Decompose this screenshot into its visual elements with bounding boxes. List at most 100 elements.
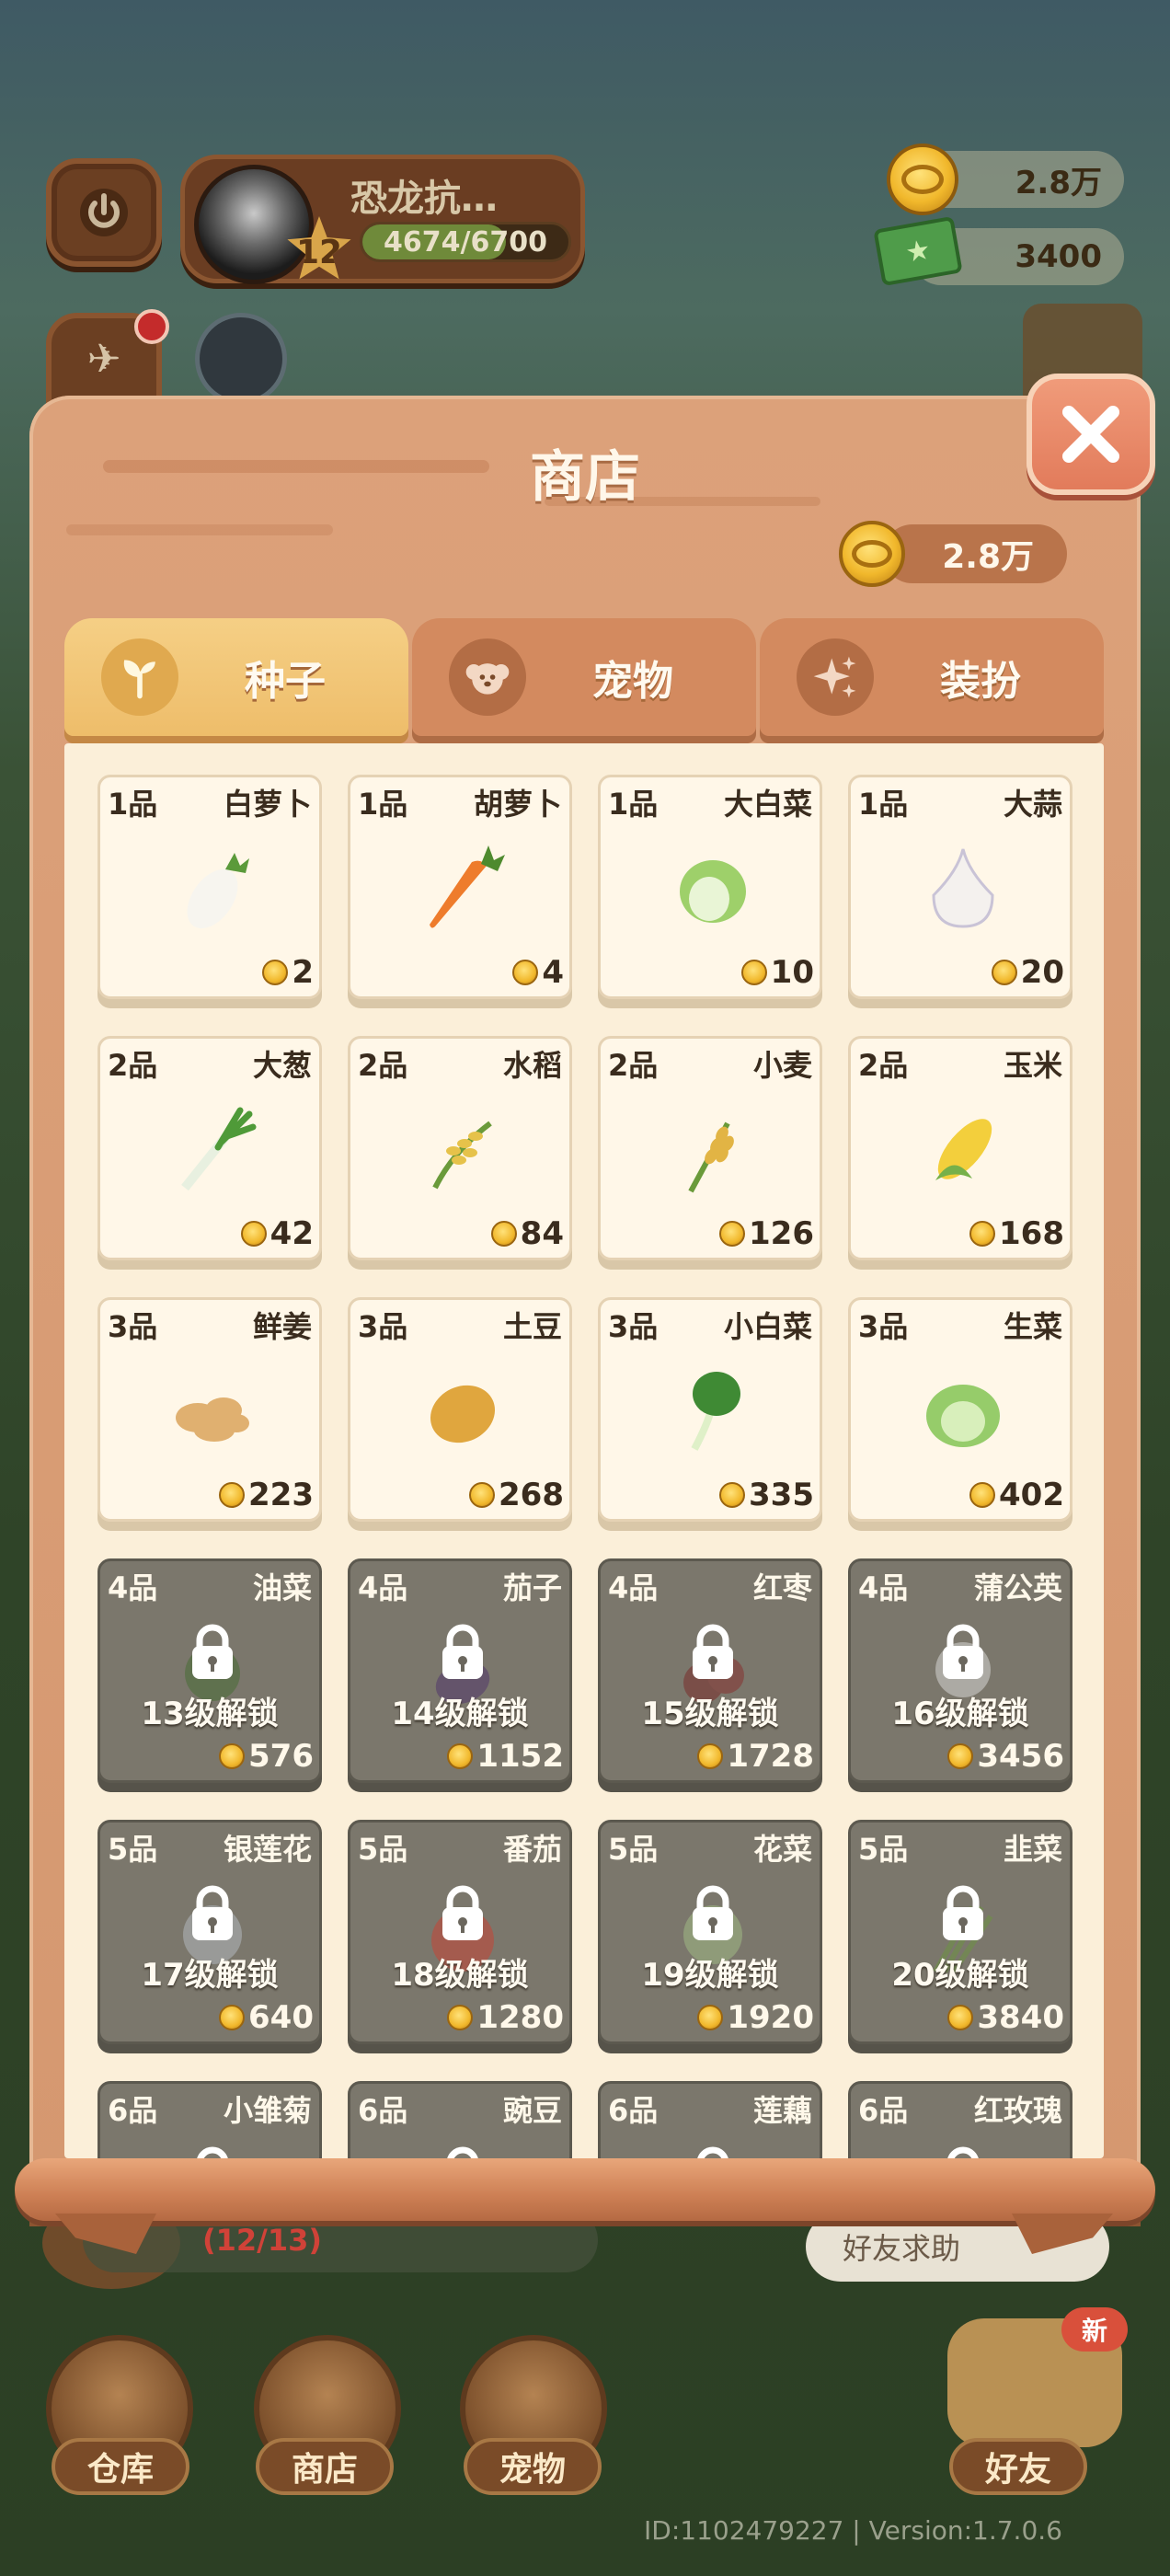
seed-grade: 4品 bbox=[608, 1570, 659, 1605]
version-text: ID:1102479227 | Version:1.7.0.6 bbox=[644, 2515, 1062, 2546]
nav-friends-label[interactable]: 好友 bbox=[949, 2438, 1087, 2495]
coin-icon bbox=[719, 1482, 746, 1508]
lock-icon bbox=[435, 2145, 490, 2158]
coin-icon bbox=[839, 521, 905, 587]
coin-icon bbox=[991, 960, 1017, 985]
lock-icon bbox=[435, 1883, 490, 1942]
shop-coin-balance: 2.8万 bbox=[883, 524, 1067, 583]
seed-card-scallion[interactable]: 2品 大葱 42 bbox=[98, 1036, 322, 1260]
seed-card-lettuce[interactable]: 3品 生菜 402 bbox=[848, 1297, 1072, 1522]
coin-icon bbox=[947, 2005, 974, 2030]
seed-card-bok-choy[interactable]: 3品 小白菜 335 bbox=[598, 1297, 822, 1522]
seed-card-corn[interactable]: 2品 玉米 168 bbox=[848, 1036, 1072, 1260]
seed-name: 小雏菊 bbox=[223, 2093, 312, 2128]
seed-card-dandelion[interactable]: 4品 蒲公英 16级解锁 3456 bbox=[848, 1558, 1072, 1783]
seed-price-value: 268 bbox=[499, 1477, 564, 1513]
seed-grade: 3品 bbox=[358, 1309, 408, 1344]
player-profile[interactable]: 12 恐龙抗… 4674/6700 bbox=[180, 155, 585, 284]
seed-price-value: 335 bbox=[749, 1477, 814, 1513]
seed-grade: 3品 bbox=[108, 1309, 158, 1344]
seed-grade: 5品 bbox=[108, 1832, 158, 1867]
seed-card-potato[interactable]: 3品 土豆 268 bbox=[348, 1297, 572, 1522]
seed-name: 胡萝卜 bbox=[473, 787, 562, 822]
seed-price: 1728 bbox=[697, 1738, 814, 1775]
shop-title: 商店 bbox=[530, 445, 640, 510]
nav-warehouse-label[interactable]: 仓库 bbox=[52, 2438, 189, 2495]
exp-bar: 4674/6700 bbox=[360, 222, 571, 262]
seed-name: 油菜 bbox=[252, 1570, 312, 1605]
seed-card-rice[interactable]: 2品 水稻 84 bbox=[348, 1036, 572, 1260]
seed-card-daisy[interactable]: 6品 小雏菊 bbox=[98, 2081, 322, 2158]
seed-name: 玉米 bbox=[1003, 1048, 1062, 1083]
coin-icon bbox=[697, 1743, 724, 1769]
seed-name: 茄子 bbox=[502, 1570, 562, 1605]
seed-grade: 6品 bbox=[358, 2093, 408, 2128]
seed-name: 水稻 bbox=[502, 1048, 562, 1083]
player-name: 恐龙抗… bbox=[350, 178, 498, 220]
seed-card-red-rose[interactable]: 6品 红玫瑰 bbox=[848, 2081, 1072, 2158]
seed-name: 蒲公英 bbox=[973, 1570, 1062, 1605]
seed-grade: 1品 bbox=[858, 787, 909, 822]
seed-card-chives[interactable]: 5品 韭菜 20级解锁 3840 bbox=[848, 1820, 1072, 2044]
tab-seeds-label: 种子 bbox=[245, 658, 326, 705]
seed-price: 168 bbox=[969, 1215, 1064, 1252]
seed-grade: 2品 bbox=[608, 1048, 659, 1083]
coin-icon bbox=[469, 1482, 496, 1508]
seed-name: 大白菜 bbox=[723, 787, 812, 822]
coin-icon bbox=[697, 2005, 724, 2030]
seed-card-eggplant[interactable]: 4品 茄子 14级解锁 1152 bbox=[348, 1558, 572, 1783]
seed-card-wheat[interactable]: 2品 小麦 126 bbox=[598, 1036, 822, 1260]
seed-card-garlic[interactable]: 1品 大蒜 20 bbox=[848, 775, 1072, 999]
nav-pets-label[interactable]: 宠物 bbox=[464, 2438, 602, 2495]
seed-card-tomato[interactable]: 5品 番茄 18级解锁 1280 bbox=[348, 1820, 572, 2044]
seed-card-napa-cabbage[interactable]: 1品 大白菜 10 bbox=[598, 775, 822, 999]
sparkle-icon bbox=[797, 638, 874, 716]
coin-icon bbox=[219, 2005, 246, 2030]
seed-card-carrot[interactable]: 1品 胡萝卜 4 bbox=[348, 775, 572, 999]
close-button[interactable] bbox=[1027, 374, 1155, 495]
seed-price: 268 bbox=[469, 1477, 564, 1513]
potato-icon bbox=[430, 1385, 496, 1443]
coin-icon bbox=[969, 1482, 996, 1508]
seed-price-value: 1920 bbox=[727, 1999, 814, 2036]
seed-card-rapeseed[interactable]: 4品 油菜 13级解锁 576 bbox=[98, 1558, 322, 1783]
scroll-roller bbox=[15, 2158, 1155, 2221]
notification-dot bbox=[134, 309, 169, 344]
qq-icon[interactable] bbox=[195, 313, 287, 405]
lettuce-icon bbox=[926, 1385, 1000, 1447]
seed-card-cauliflower[interactable]: 5品 花菜 19级解锁 1920 bbox=[598, 1820, 822, 2044]
seed-list[interactable]: 1品 白萝卜 2 1品 胡萝卜 4 1品 大白菜 10 1品 大蒜 20 2品 大葱 42 2品 水稻 84 2品小… bbox=[64, 743, 1104, 2158]
seed-card-jujube[interactable]: 4品 红枣 15级解锁 1728 bbox=[598, 1558, 822, 1783]
tab-outfits[interactable]: 装扮 bbox=[760, 618, 1104, 736]
tab-pets-label: 宠物 bbox=[592, 658, 673, 705]
seed-grade: 2品 bbox=[108, 1048, 158, 1083]
wheat-icon bbox=[688, 1121, 734, 1193]
seed-name: 白萝卜 bbox=[223, 787, 312, 822]
seed-grade: 4品 bbox=[858, 1570, 909, 1605]
seed-price: 4 bbox=[512, 954, 564, 991]
unlock-requirement: 19级解锁 bbox=[641, 1957, 779, 1994]
new-badge: 新 bbox=[1061, 2307, 1128, 2352]
tab-seeds[interactable]: 种子 bbox=[64, 618, 408, 736]
seed-grade: 6品 bbox=[108, 2093, 158, 2128]
seed-price: 126 bbox=[719, 1215, 814, 1252]
seed-card-white-radish[interactable]: 1品 白萝卜 2 bbox=[98, 775, 322, 999]
seed-grade: 3品 bbox=[608, 1309, 659, 1344]
coin-icon bbox=[740, 960, 767, 985]
seed-card-lotus-root[interactable]: 6品 莲藕 bbox=[598, 2081, 822, 2158]
lock-icon bbox=[185, 2145, 240, 2158]
dog-icon bbox=[449, 638, 526, 716]
nav-shop-label[interactable]: 商店 bbox=[256, 2438, 394, 2495]
seed-price: 3840 bbox=[947, 1999, 1064, 2036]
power-button[interactable] bbox=[46, 158, 162, 267]
seed-grid: 1品 白萝卜 2 1品 胡萝卜 4 1品 大白菜 10 1品 大蒜 20 2品 大葱 42 2品 水稻 84 2品小… bbox=[98, 775, 1074, 2158]
seed-price: 223 bbox=[219, 1477, 314, 1513]
seed-card-anemone[interactable]: 5品 银莲花 17级解锁 640 bbox=[98, 1820, 322, 2044]
close-icon bbox=[1062, 406, 1119, 463]
tab-pets[interactable]: 宠物 bbox=[412, 618, 756, 736]
seed-name: 韭菜 bbox=[1003, 1832, 1062, 1867]
seed-price-value: 1152 bbox=[476, 1738, 564, 1775]
seed-card-pea[interactable]: 6品 豌豆 bbox=[348, 2081, 572, 2158]
scallion-icon bbox=[181, 1107, 257, 1191]
seed-card-ginger[interactable]: 3品 鲜姜 223 bbox=[98, 1297, 322, 1522]
